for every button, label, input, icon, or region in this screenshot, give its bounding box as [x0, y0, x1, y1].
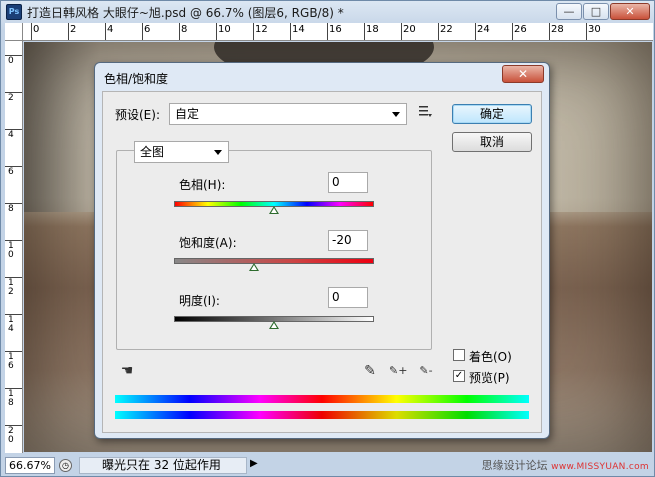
maximize-button[interactable]: □ — [583, 3, 609, 20]
ruler-label: 4 — [8, 130, 14, 140]
zoom-field[interactable]: 66.67% — [5, 457, 55, 474]
ruler-tick — [68, 23, 69, 40]
saturation-label: 饱和度(A): — [179, 236, 237, 250]
lightness-label: 明度(I): — [179, 294, 220, 308]
saturation-input[interactable]: -20 — [328, 230, 368, 251]
ruler-tick — [31, 23, 32, 40]
list-menu-icon[interactable] — [418, 104, 432, 122]
dialog-title: 色相/饱和度 — [104, 72, 169, 86]
ruler-label: 2 — [8, 93, 14, 103]
ruler-label: 2 0 — [8, 426, 14, 445]
watermark: 思缘设计论坛 www.MISSYUAN.com — [482, 457, 649, 473]
edit-range-select[interactable]: 全图 — [134, 141, 229, 163]
colorize-label: 着色(O) — [469, 350, 512, 364]
ruler-tick — [438, 23, 439, 40]
ruler-label: 12 — [255, 24, 268, 35]
ruler-label: 0 — [33, 24, 40, 35]
ruler-label: 2 — [70, 24, 77, 35]
photoshop-app-icon: Ps — [6, 4, 22, 20]
ruler-label: 8 — [181, 24, 188, 35]
hue-label: 色相(H): — [179, 178, 226, 192]
ruler-label: 1 0 — [8, 241, 14, 260]
saturation-slider-thumb[interactable] — [249, 263, 259, 271]
horizontal-ruler[interactable]: 0 2 4 6 8 10 12 14 16 18 20 22 24 26 28 30 — [23, 23, 653, 41]
dialog-body: 预设(E): 自定 确定 取消 全图 色相(H): 0 饱和度(A): -20 — [102, 91, 542, 433]
hand-adjust-tool-icon[interactable]: ☚ — [118, 362, 136, 380]
ruler-label: 6 — [144, 24, 151, 35]
preview-checkbox[interactable]: ✓ — [453, 370, 465, 382]
ruler-tick — [179, 23, 180, 40]
ruler-label: 20 — [403, 24, 416, 35]
ruler-tick — [253, 23, 254, 40]
ruler-label: 16 — [329, 24, 342, 35]
eyedropper-icon[interactable]: ✎ — [361, 362, 379, 380]
ruler-label: 28 — [551, 24, 564, 35]
ruler-label: 1 4 — [8, 315, 14, 334]
ruler-label: 24 — [477, 24, 490, 35]
preset-select-value: 自定 — [175, 107, 200, 121]
ruler-tick — [586, 23, 587, 40]
hue-slider-thumb[interactable] — [269, 206, 279, 214]
ruler-label: 1 2 — [8, 278, 14, 297]
ruler-tick — [142, 23, 143, 40]
ruler-label: 0 — [8, 56, 14, 66]
chevron-down-icon — [214, 150, 222, 155]
ruler-label: 14 — [292, 24, 305, 35]
dialog-close-button[interactable]: ✕ — [502, 65, 544, 83]
status-bar: 66.67% ◷ 曝光只在 32 位起作用 ▶ 思缘设计论坛 www.MISSY… — [5, 457, 653, 474]
status-menu-arrow-icon[interactable]: ▶ — [250, 458, 258, 469]
hue-input[interactable]: 0 — [328, 172, 368, 193]
output-color-bar — [115, 411, 529, 419]
ruler-tick — [105, 23, 106, 40]
close-window-button[interactable]: ✕ — [610, 3, 650, 20]
preview-label: 预览(P) — [469, 371, 510, 385]
lightness-input[interactable]: 0 — [328, 287, 368, 308]
watermark-site: 思缘设计论坛 — [481, 459, 548, 472]
ruler-label: 26 — [514, 24, 527, 35]
chevron-down-icon — [392, 112, 400, 117]
status-info-text: 曝光只在 32 位起作用 — [79, 457, 247, 474]
vertical-ruler[interactable]: 0 2 4 6 8 1 0 1 2 1 4 1 6 1 8 2 0 — [5, 41, 23, 453]
eyedropper-plus-icon[interactable]: ✎+ — [389, 362, 407, 380]
preset-label: 预设(E): — [115, 108, 160, 122]
ruler-label: 4 — [107, 24, 114, 35]
eyedropper-minus-icon[interactable]: ✎- — [417, 362, 435, 380]
window-controls: — □ ✕ — [555, 3, 650, 20]
ruler-tick — [364, 23, 365, 40]
saturation-slider-track[interactable] — [174, 258, 374, 264]
ruler-label: 6 — [8, 167, 14, 177]
lightness-slider-thumb[interactable] — [269, 321, 279, 329]
ruler-label: 30 — [588, 24, 601, 35]
input-color-bar — [115, 395, 529, 403]
ok-button[interactable]: 确定 — [452, 104, 532, 124]
preset-select[interactable]: 自定 — [169, 103, 407, 125]
ruler-label: 10 — [218, 24, 231, 35]
ruler-tick — [549, 23, 550, 40]
ruler-tick — [475, 23, 476, 40]
photoshop-document-window: Ps 打造日韩风格 大眼仔~旭.psd @ 66.7% (图层6, RGB/8)… — [0, 0, 655, 477]
ruler-tick — [290, 23, 291, 40]
ruler-tick — [216, 23, 217, 40]
ruler-corner[interactable] — [5, 23, 23, 41]
cancel-button[interactable]: 取消 — [452, 132, 532, 152]
ruler-tick — [512, 23, 513, 40]
watermark-url: www.MISSYUAN.com — [551, 462, 649, 472]
ruler-label: 1 8 — [8, 389, 14, 408]
ruler-label: 18 — [366, 24, 379, 35]
hue-saturation-dialog: 色相/饱和度 ✕ 预设(E): 自定 确定 取消 全图 色相(H): 0 饱和度… — [94, 62, 550, 439]
ruler-tick — [401, 23, 402, 40]
window-title: 打造日韩风格 大眼仔~旭.psd @ 66.7% (图层6, RGB/8) * — [27, 6, 344, 20]
ruler-label: 22 — [440, 24, 453, 35]
ruler-label: 8 — [8, 204, 14, 214]
ruler-label: 1 6 — [8, 352, 14, 371]
title-bar: Ps 打造日韩风格 大眼仔~旭.psd @ 66.7% (图层6, RGB/8)… — [1, 1, 654, 23]
colorize-checkbox[interactable] — [453, 349, 465, 361]
minimize-button[interactable]: — — [556, 3, 582, 20]
edit-range-value: 全图 — [140, 145, 165, 159]
ruler-tick — [327, 23, 328, 40]
status-info-icon[interactable]: ◷ — [59, 459, 72, 472]
